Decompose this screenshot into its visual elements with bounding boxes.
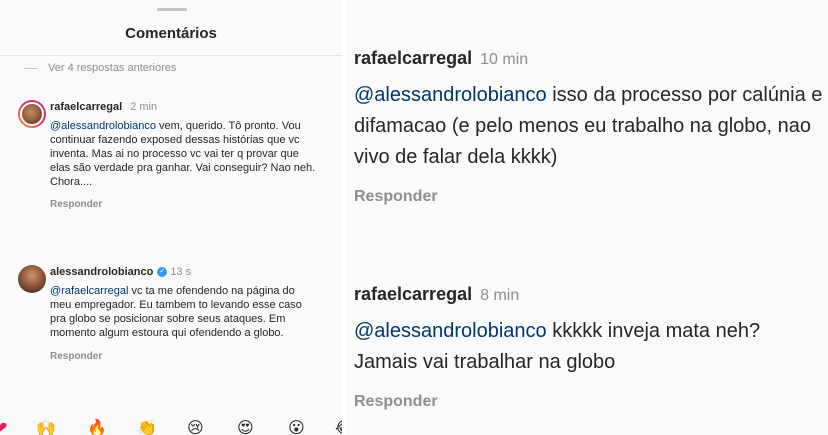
comments-panel-left: Comentários Ver 4 respostas anteriores r… bbox=[0, 0, 342, 435]
avatar[interactable] bbox=[18, 100, 46, 128]
comment-text: @alessandrolobianco kkkkk inveja mata ne… bbox=[354, 316, 824, 378]
comment-time: 13 s bbox=[170, 266, 192, 278]
view-previous-replies[interactable]: Ver 4 respostas anteriores bbox=[24, 62, 176, 74]
comment-header: rafaelcarregal 2 min bbox=[50, 100, 318, 114]
comment-username[interactable]: rafaelcarregal bbox=[354, 283, 472, 305]
comment-body: alessandrolobianco ✓ 13 s @rafaelcarrega… bbox=[50, 265, 318, 364]
comment-username[interactable]: rafaelcarregal bbox=[50, 100, 122, 114]
replies-dash bbox=[24, 67, 38, 69]
clapping-emoji-icon[interactable]: 👏 bbox=[137, 419, 157, 435]
reply-button[interactable]: Responder bbox=[354, 188, 824, 206]
comment-item: rafaelcarregal 10 min @alessandrolobianc… bbox=[354, 47, 824, 206]
emoji-reaction-bar: ❤ 🙌 🔥 👏 😢 😍 😮 😂 bbox=[0, 414, 342, 435]
comment-username[interactable]: alessandrolobianco bbox=[50, 265, 153, 279]
sheet-grabber[interactable] bbox=[157, 8, 187, 11]
comment-time: 8 min bbox=[480, 287, 520, 304]
fire-emoji-icon[interactable]: 🔥 bbox=[87, 419, 107, 435]
reply-button[interactable]: Responder bbox=[50, 198, 318, 212]
heart-emoji-icon[interactable]: ❤ bbox=[0, 419, 7, 435]
laughing-emoji-icon[interactable]: 😂 bbox=[335, 419, 342, 435]
avatar[interactable] bbox=[18, 265, 46, 293]
comment-text: @alessandrolobianco isso da processo por… bbox=[354, 80, 824, 173]
verified-badge-icon: ✓ bbox=[157, 267, 168, 277]
comment-time: 2 min bbox=[130, 101, 158, 113]
comment-username[interactable]: rafaelcarregal bbox=[354, 47, 472, 69]
reply-button[interactable]: Responder bbox=[50, 350, 318, 364]
avatar-photo bbox=[18, 265, 46, 293]
reply-button[interactable]: Responder bbox=[354, 393, 824, 411]
comment-header: alessandrolobianco ✓ 13 s bbox=[50, 265, 318, 279]
comment-header: rafaelcarregal 10 min bbox=[354, 47, 824, 71]
view-previous-label: Ver 4 respostas anteriores bbox=[48, 62, 177, 74]
raised-hands-emoji-icon[interactable]: 🙌 bbox=[36, 419, 56, 435]
comment-header: rafaelcarregal 8 min bbox=[354, 283, 824, 307]
header-divider bbox=[0, 55, 342, 56]
mention-link[interactable]: @alessandrolobianco bbox=[50, 120, 156, 132]
comment-time: 10 min bbox=[480, 51, 529, 68]
heart-eyes-emoji-icon[interactable]: 😍 bbox=[237, 419, 254, 435]
avatar-photo bbox=[20, 102, 44, 126]
comment-item: rafaelcarregal 8 min @alessandrolobianco… bbox=[354, 283, 824, 411]
crying-emoji-icon[interactable]: 😢 bbox=[187, 419, 204, 435]
comment-text: @alessandrolobianco vem, querido. Tô pro… bbox=[50, 119, 318, 189]
surprised-emoji-icon[interactable]: 😮 bbox=[288, 419, 305, 435]
comment-text: @rafaelcarregal vc ta me ofendendo na pá… bbox=[50, 284, 318, 340]
mention-link[interactable]: @alessandrolobianco bbox=[354, 84, 547, 106]
comments-panel-right: rafaelcarregal 10 min @alessandrolobianc… bbox=[346, 0, 828, 435]
comment-body: rafaelcarregal 2 min @alessandrolobianco… bbox=[50, 100, 318, 212]
mention-link[interactable]: @alessandrolobianco bbox=[354, 320, 547, 342]
comments-title: Comentários bbox=[125, 25, 217, 42]
mention-link[interactable]: @rafaelcarregal bbox=[50, 285, 128, 297]
